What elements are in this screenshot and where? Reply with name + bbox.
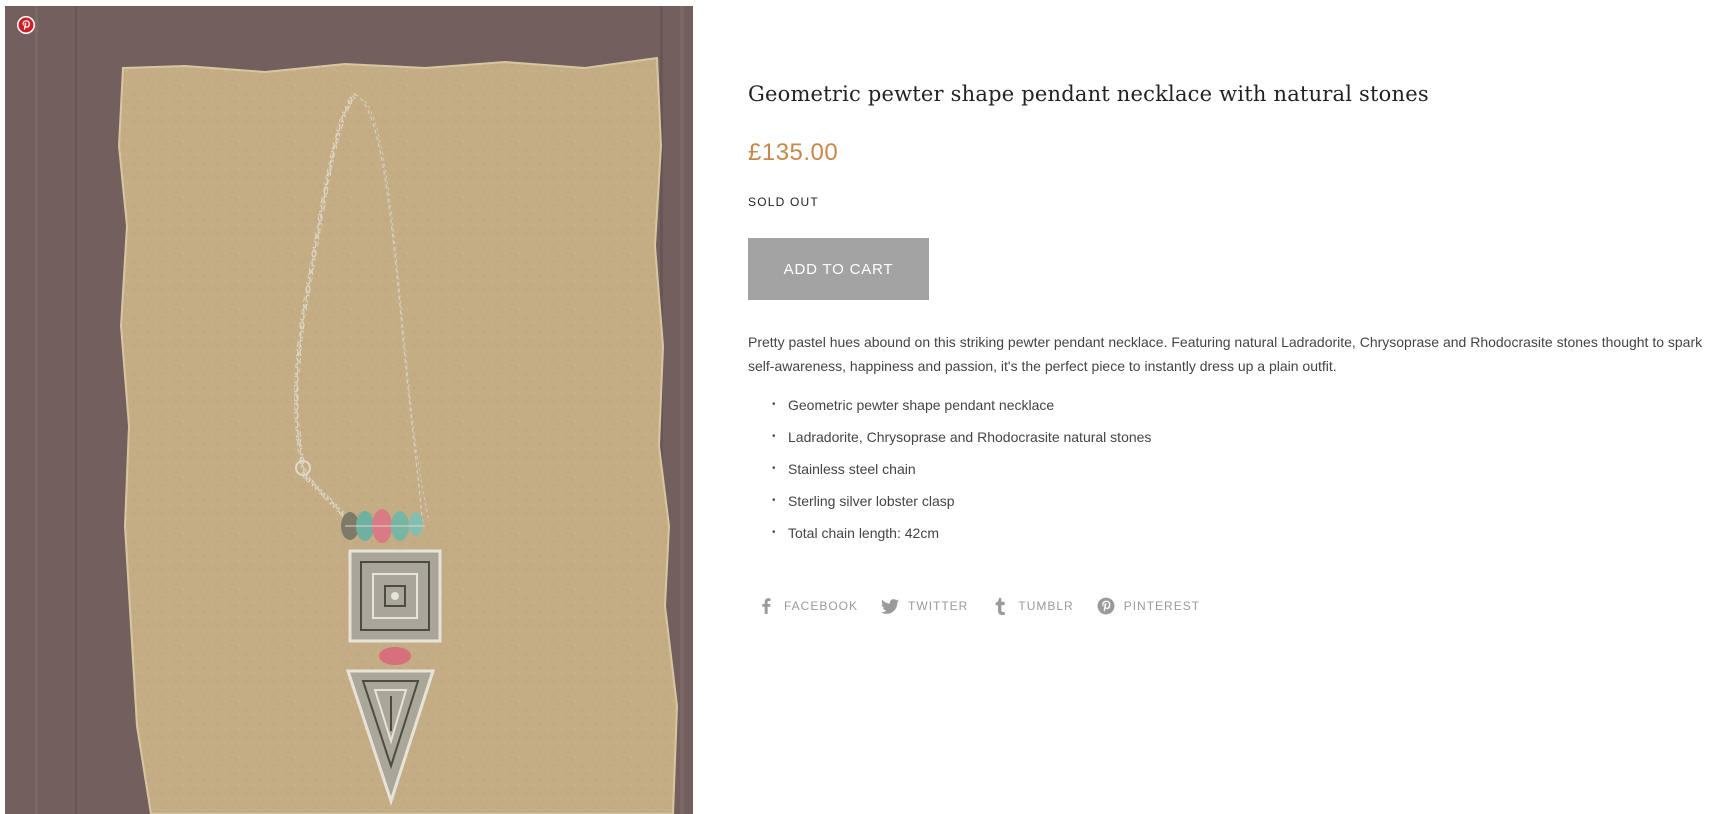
tumblr-icon bbox=[990, 596, 1010, 616]
share-tumblr-link[interactable]: TUMBLR bbox=[990, 596, 1073, 616]
share-tumblr-label: TUMBLR bbox=[1018, 599, 1074, 613]
list-item: Geometric pewter shape pendant necklace bbox=[772, 393, 1151, 425]
share-twitter-label: TWITTER bbox=[908, 599, 969, 613]
product-image[interactable] bbox=[5, 6, 693, 814]
pin-it-button[interactable] bbox=[17, 16, 35, 34]
share-bar: FACEBOOK TWITTER TUMBLR PINTEREST bbox=[756, 596, 1222, 616]
list-item: Stainless steel chain bbox=[772, 457, 1151, 489]
product-page: Geometric pewter shape pendant necklace … bbox=[0, 0, 1710, 814]
list-item: Ladradorite, Chrysoprase and Rhodocrasit… bbox=[772, 425, 1151, 457]
facebook-icon bbox=[756, 596, 776, 616]
twitter-icon bbox=[880, 596, 900, 616]
share-pinterest-link[interactable]: PINTEREST bbox=[1096, 596, 1200, 616]
feature-list: Geometric pewter shape pendant necklace … bbox=[748, 393, 1151, 553]
product-title: Geometric pewter shape pendant necklace … bbox=[748, 82, 1429, 106]
availability-status: SOLD OUT bbox=[748, 195, 819, 209]
product-price: £135.00 bbox=[748, 139, 839, 166]
share-facebook-label: FACEBOOK bbox=[784, 599, 859, 613]
product-description: Pretty pastel hues abound on this striki… bbox=[748, 334, 1703, 374]
share-facebook-link[interactable]: FACEBOOK bbox=[756, 596, 858, 616]
add-to-cart-button[interactable]: ADD TO CART bbox=[748, 238, 929, 300]
share-pinterest-label: PINTEREST bbox=[1123, 599, 1201, 613]
necklace-photo bbox=[5, 6, 693, 814]
list-item: Total chain length: 42cm bbox=[772, 521, 1151, 553]
list-item: Sterling silver lobster clasp bbox=[772, 489, 1151, 521]
pinterest-icon bbox=[1096, 596, 1116, 616]
pinterest-icon bbox=[18, 17, 34, 33]
share-twitter-link[interactable]: TWITTER bbox=[880, 596, 968, 616]
